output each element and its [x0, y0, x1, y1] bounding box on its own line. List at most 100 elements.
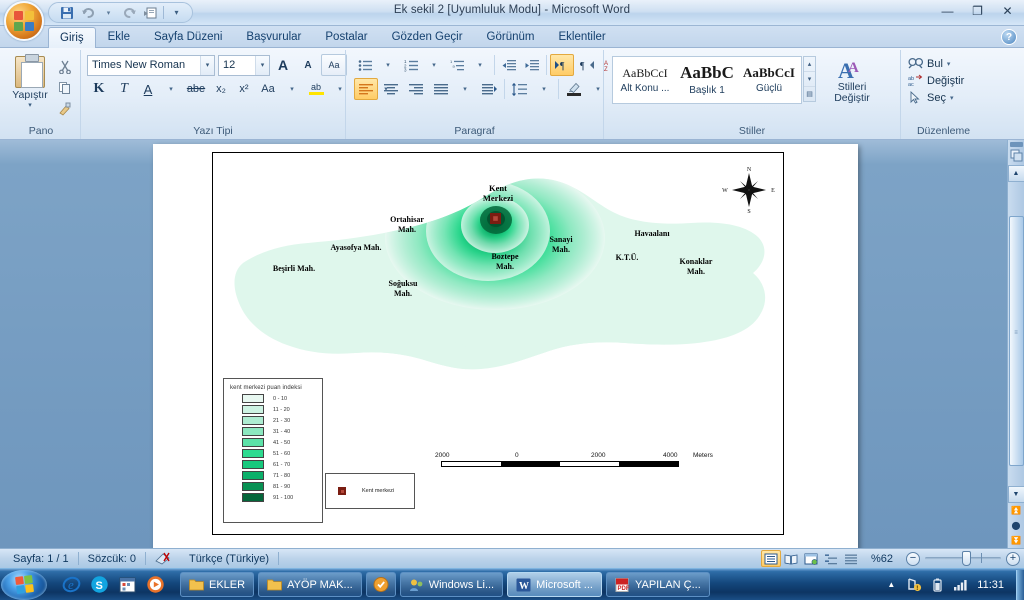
styles-more-icon[interactable]: ▤: [804, 87, 815, 101]
format-painter-icon[interactable]: [54, 99, 76, 119]
ltr-icon[interactable]: ¶: [550, 54, 574, 76]
italic-button[interactable]: T: [112, 78, 136, 100]
find-dropdown-icon[interactable]: ▾: [947, 60, 951, 68]
increase-indent-icon[interactable]: [521, 54, 543, 76]
change-styles-button[interactable]: AA Stilleri Değiştir: [824, 56, 880, 104]
strikethrough-button[interactable]: abe: [183, 78, 209, 100]
close-button[interactable]: ✕: [993, 1, 1022, 21]
network-warning-icon[interactable]: !: [906, 577, 922, 593]
tab-gozden-gecir[interactable]: Gözden Geçir: [380, 26, 475, 47]
distributed-icon[interactable]: [477, 78, 501, 100]
scroll-down-button[interactable]: ▼: [1007, 486, 1024, 503]
change-case-button[interactable]: Aa: [256, 78, 280, 100]
align-right-icon[interactable]: [404, 78, 428, 100]
tab-giris[interactable]: Giriş: [48, 27, 96, 48]
style-baslik-1[interactable]: AaBbC Başlık 1: [676, 58, 738, 102]
maximize-button[interactable]: ❐: [963, 1, 992, 21]
select-browse-object-button[interactable]: ⬤: [1012, 518, 1021, 533]
bold-button[interactable]: K: [87, 78, 111, 100]
superscript-button[interactable]: x²: [233, 78, 255, 100]
document-page[interactable]: Kent Merkezi Ortahisar Mah. Ayasofya Mah…: [153, 144, 858, 548]
proofing-status-icon[interactable]: [146, 552, 180, 566]
clear-formatting-icon[interactable]: Aa: [321, 54, 347, 76]
font-name-input[interactable]: Times New Roman ▾: [87, 54, 215, 76]
paste-dropdown-icon[interactable]: ▾: [28, 101, 32, 109]
style-alt-konu[interactable]: AaBbCcI Alt Konu ...: [614, 58, 676, 102]
view-outline-button[interactable]: [821, 550, 841, 567]
numbered-list-icon[interactable]: 123: [400, 54, 422, 76]
taskbar-item-windows-live[interactable]: Windows Li...: [399, 572, 504, 597]
bullet-list-icon[interactable]: [354, 54, 376, 76]
tab-sayfa-duzeni[interactable]: Sayfa Düzeni: [142, 26, 234, 47]
taskbar-item-ayop-mak[interactable]: AYÖP MAK...: [258, 572, 362, 597]
vertical-scrollbar[interactable]: ▲ ≡ ▼ ⏫ ⬤ ⏬: [1007, 140, 1024, 548]
align-center-icon[interactable]: [379, 78, 403, 100]
media-player-icon[interactable]: [145, 574, 166, 595]
subscript-button[interactable]: x₂: [210, 78, 232, 100]
highlight-color-button[interactable]: ab: [304, 78, 328, 100]
view-web-layout-button[interactable]: [801, 550, 821, 567]
zoom-slider[interactable]: − +: [906, 551, 1020, 566]
minimize-button[interactable]: —: [933, 1, 962, 21]
show-desktop-button[interactable]: [1016, 569, 1024, 600]
select-browse-object-icon[interactable]: [1009, 148, 1024, 163]
view-print-layout-button[interactable]: [760, 550, 781, 567]
font-size-input[interactable]: 12 ▾: [218, 54, 270, 76]
zoom-track[interactable]: [925, 551, 1001, 566]
styles-scroll-down-icon[interactable]: ▾: [804, 72, 815, 87]
map-figure[interactable]: Kent Merkezi Ortahisar Mah. Ayasofya Mah…: [212, 152, 784, 535]
scroll-up-button[interactable]: ▲: [1007, 165, 1024, 182]
copy-icon[interactable]: [54, 78, 76, 98]
line-spacing-dropdown-icon[interactable]: ▾: [533, 78, 555, 100]
rtl-icon[interactable]: ¶: [575, 54, 599, 76]
battery-icon[interactable]: [929, 577, 945, 593]
office-button[interactable]: [4, 1, 44, 41]
view-draft-button[interactable]: [841, 550, 861, 567]
font-size-dropdown-icon[interactable]: ▾: [255, 55, 269, 75]
word-count[interactable]: Sözcük: 0: [79, 553, 145, 565]
page-indicator[interactable]: Sayfa: 1 / 1: [4, 553, 78, 565]
shrink-font-icon[interactable]: A: [296, 54, 320, 76]
show-hidden-icons-button[interactable]: ▲: [883, 577, 899, 593]
next-page-button[interactable]: ⏬: [1011, 533, 1021, 548]
font-name-dropdown-icon[interactable]: ▾: [200, 55, 214, 75]
taskbar-item-microsoft-word[interactable]: W Microsoft ...: [507, 572, 602, 597]
taskbar-item-ekler[interactable]: EKLER: [180, 572, 255, 597]
line-spacing-icon[interactable]: [508, 78, 532, 100]
tab-ekle[interactable]: Ekle: [96, 26, 142, 47]
calendar-icon[interactable]: [117, 574, 138, 595]
styles-gallery-scrollbar[interactable]: ▴ ▾ ▤: [803, 56, 816, 102]
justify-dropdown-icon[interactable]: ▾: [454, 78, 476, 100]
zoom-out-button[interactable]: −: [906, 551, 920, 566]
underline-button[interactable]: A: [137, 78, 159, 100]
tab-eklentiler[interactable]: Eklentiler: [546, 26, 617, 47]
decrease-indent-icon[interactable]: [498, 54, 520, 76]
start-button[interactable]: [1, 569, 47, 600]
paste-button[interactable]: Yapıştır ▾: [6, 54, 54, 109]
tab-basvurular[interactable]: Başvurular: [234, 26, 313, 47]
tab-gorunum[interactable]: Görünüm: [475, 26, 547, 47]
justify-icon[interactable]: [429, 78, 453, 100]
zoom-level[interactable]: %62: [861, 553, 900, 565]
replace-button[interactable]: ab ac Değiştir: [905, 73, 967, 88]
multilevel-list-dropdown-icon[interactable]: ▾: [469, 54, 491, 76]
internet-explorer-icon[interactable]: e: [61, 574, 82, 595]
language-indicator[interactable]: Türkçe (Türkiye): [180, 553, 278, 565]
align-left-icon[interactable]: [354, 78, 378, 100]
styles-scroll-up-icon[interactable]: ▴: [804, 57, 815, 72]
previous-page-button[interactable]: ⏫: [1011, 503, 1021, 518]
vertical-scroll-thumb[interactable]: ≡: [1008, 216, 1024, 466]
grow-font-icon[interactable]: A: [271, 54, 295, 76]
change-case-dropdown-icon[interactable]: ▾: [281, 78, 303, 100]
multilevel-list-icon[interactable]: 1a: [446, 54, 468, 76]
bullet-list-dropdown-icon[interactable]: ▾: [377, 54, 399, 76]
tab-postalar[interactable]: Postalar: [313, 26, 379, 47]
taskbar-item-yapilan-c[interactable]: PDF YAPILAN Ç...: [605, 572, 710, 597]
volume-icon[interactable]: [952, 577, 968, 593]
shading-icon[interactable]: [562, 78, 586, 100]
help-icon[interactable]: ?: [1001, 29, 1017, 45]
find-button[interactable]: Bul ▾: [905, 56, 953, 71]
select-button[interactable]: Seç ▾: [905, 90, 956, 105]
select-dropdown-icon[interactable]: ▾: [950, 94, 954, 102]
view-full-screen-reading-button[interactable]: [781, 550, 801, 567]
